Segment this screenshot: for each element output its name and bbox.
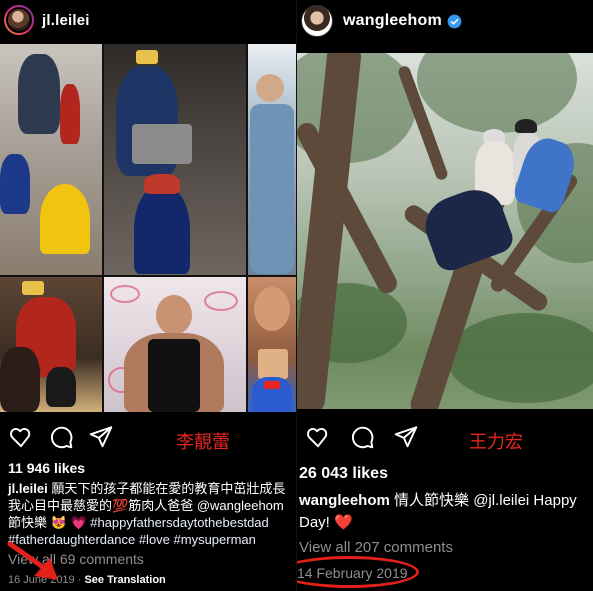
post-header: jl.leilei [4,0,296,40]
heart-icon[interactable] [305,424,331,450]
heart-icon[interactable] [8,424,34,450]
comment-icon[interactable] [48,424,74,450]
caption-username[interactable]: jl.leilei [8,481,48,496]
username[interactable]: jl.leilei [42,12,90,29]
collage-photo-2 [104,44,246,275]
verified-badge-icon [447,14,462,28]
avatar[interactable] [4,5,34,35]
view-comments-link[interactable]: View all 207 comments [299,539,453,556]
name-annotation: 王力宏 [469,432,523,453]
likes-count[interactable]: 26 043 likes [299,465,388,483]
name-annotation: 李靚蕾 [176,432,230,453]
post-actions [297,422,593,452]
cat-emoji: 😻 [50,515,67,530]
heart-emoji: 💗 [70,515,87,530]
caption: wangleehom 情人節快樂 @jl.leilei Happy Day! ❤… [299,492,577,531]
photo-collage[interactable] [0,44,296,412]
red-oval-annotation [297,556,419,588]
post-header: wangleehom [301,0,593,42]
likes-count[interactable]: 11 946 likes [8,460,85,476]
hashtag[interactable]: #happyfathersdaytothebestdad [87,515,269,530]
send-icon[interactable] [393,424,419,450]
see-translation-link[interactable]: See Translation [84,574,165,586]
post-actions [0,422,296,452]
red-heart-emoji: ❤️ [334,514,353,531]
send-icon[interactable] [88,424,114,450]
caption-username[interactable]: wangleehom [299,492,390,509]
collage-photo-1 [0,44,102,275]
post-photo[interactable] [297,53,593,409]
right-post: wangleehom 王力宏 26 043 likes wangleehom 情… [297,0,593,591]
red-arrow-icon [7,541,58,580]
collage-photo-4 [0,277,102,412]
username[interactable]: wangleehom [343,12,442,30]
collage-photo-5 [104,277,246,412]
collage-photo-3 [248,44,296,275]
collage-photo-6 [248,277,296,412]
comment-icon[interactable] [349,424,375,450]
left-post: jl.leilei 李靚蕾 11 946 likes jl.leilei 願天下… [0,0,296,591]
hundred-emoji: 💯 [112,498,129,513]
avatar[interactable] [301,5,333,37]
